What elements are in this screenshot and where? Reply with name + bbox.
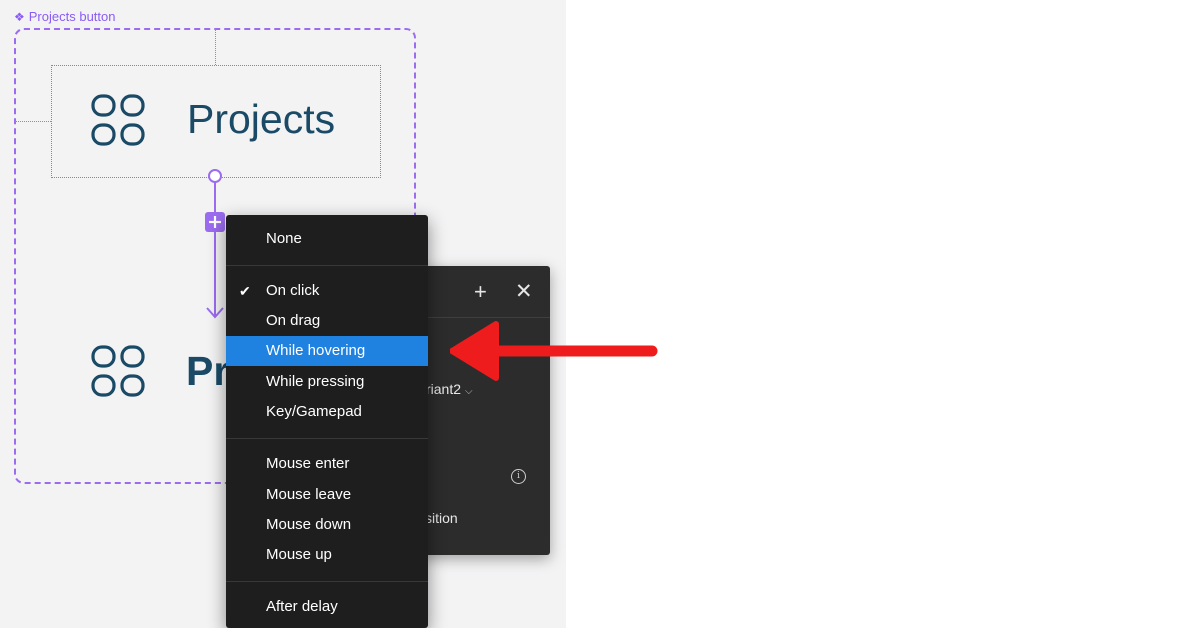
close-icon[interactable]: ✕ [515, 281, 533, 303]
menu-item-mouse-leave[interactable]: Mouse leave [226, 480, 428, 510]
projects-button-hover-label[interactable]: Pr [186, 348, 229, 395]
menu-item-label: While pressing [266, 373, 365, 390]
menu-item-while-pressing[interactable]: While pressing [226, 367, 428, 397]
menu-item-label: While hovering [266, 342, 366, 359]
menu-item-label: Mouse up [266, 546, 332, 563]
menu-item-mouse-up[interactable]: Mouse up [226, 540, 428, 570]
menu-item-while-hovering[interactable]: While hovering [226, 336, 428, 366]
interaction-details-panel: + ✕ riant2 ⌵ i sition [420, 266, 550, 555]
menu-item-label: After delay [266, 598, 338, 615]
component-set-name: Projects button [28, 9, 116, 24]
menu-item-on-click[interactable]: ✔ On click [226, 276, 428, 306]
trigger-dropdown-menu: None ✔ On click On drag While hovering W… [226, 215, 428, 628]
info-icon[interactable]: i [511, 469, 526, 484]
menu-item-on-drag[interactable]: On drag [226, 306, 428, 336]
destination-variant-value: riant2 [426, 381, 462, 397]
annotation-arrow-icon [450, 321, 658, 381]
transition-label: sition [425, 510, 458, 526]
menu-item-label: On click [266, 282, 320, 299]
menu-item-label: Mouse enter [266, 455, 350, 472]
projects-button-label[interactable]: Projects [187, 96, 335, 143]
menu-item-label: Mouse down [266, 516, 352, 533]
checkmark-icon: ✔ [239, 283, 251, 299]
destination-variant-select[interactable]: riant2 ⌵ [426, 381, 473, 397]
projects-grid-icon-hover [91, 345, 145, 397]
menu-item-label: On drag [266, 312, 321, 329]
menu-item-mouse-enter[interactable]: Mouse enter [226, 449, 428, 479]
menu-item-mouse-down[interactable]: Mouse down [226, 510, 428, 540]
menu-item-label: Mouse leave [266, 486, 352, 503]
menu-divider [226, 438, 428, 439]
menu-item-none[interactable]: None [226, 224, 428, 254]
component-icon: ❖ [14, 9, 25, 24]
component-set-label[interactable]: ❖ Projects button [14, 9, 115, 24]
spacing-guide-vertical [215, 29, 216, 65]
menu-item-label: Key/Gamepad [266, 403, 362, 420]
menu-item-label: None [266, 230, 302, 247]
projects-grid-icon [91, 94, 145, 146]
add-interaction-icon[interactable]: + [474, 281, 487, 303]
chevron-down-icon: ⌵ [465, 386, 473, 397]
menu-item-after-delay[interactable]: After delay [226, 592, 428, 622]
menu-item-key-gamepad[interactable]: Key/Gamepad [226, 397, 428, 427]
menu-divider [226, 265, 428, 266]
menu-divider [226, 581, 428, 582]
spacing-guide-horizontal [15, 121, 51, 122]
